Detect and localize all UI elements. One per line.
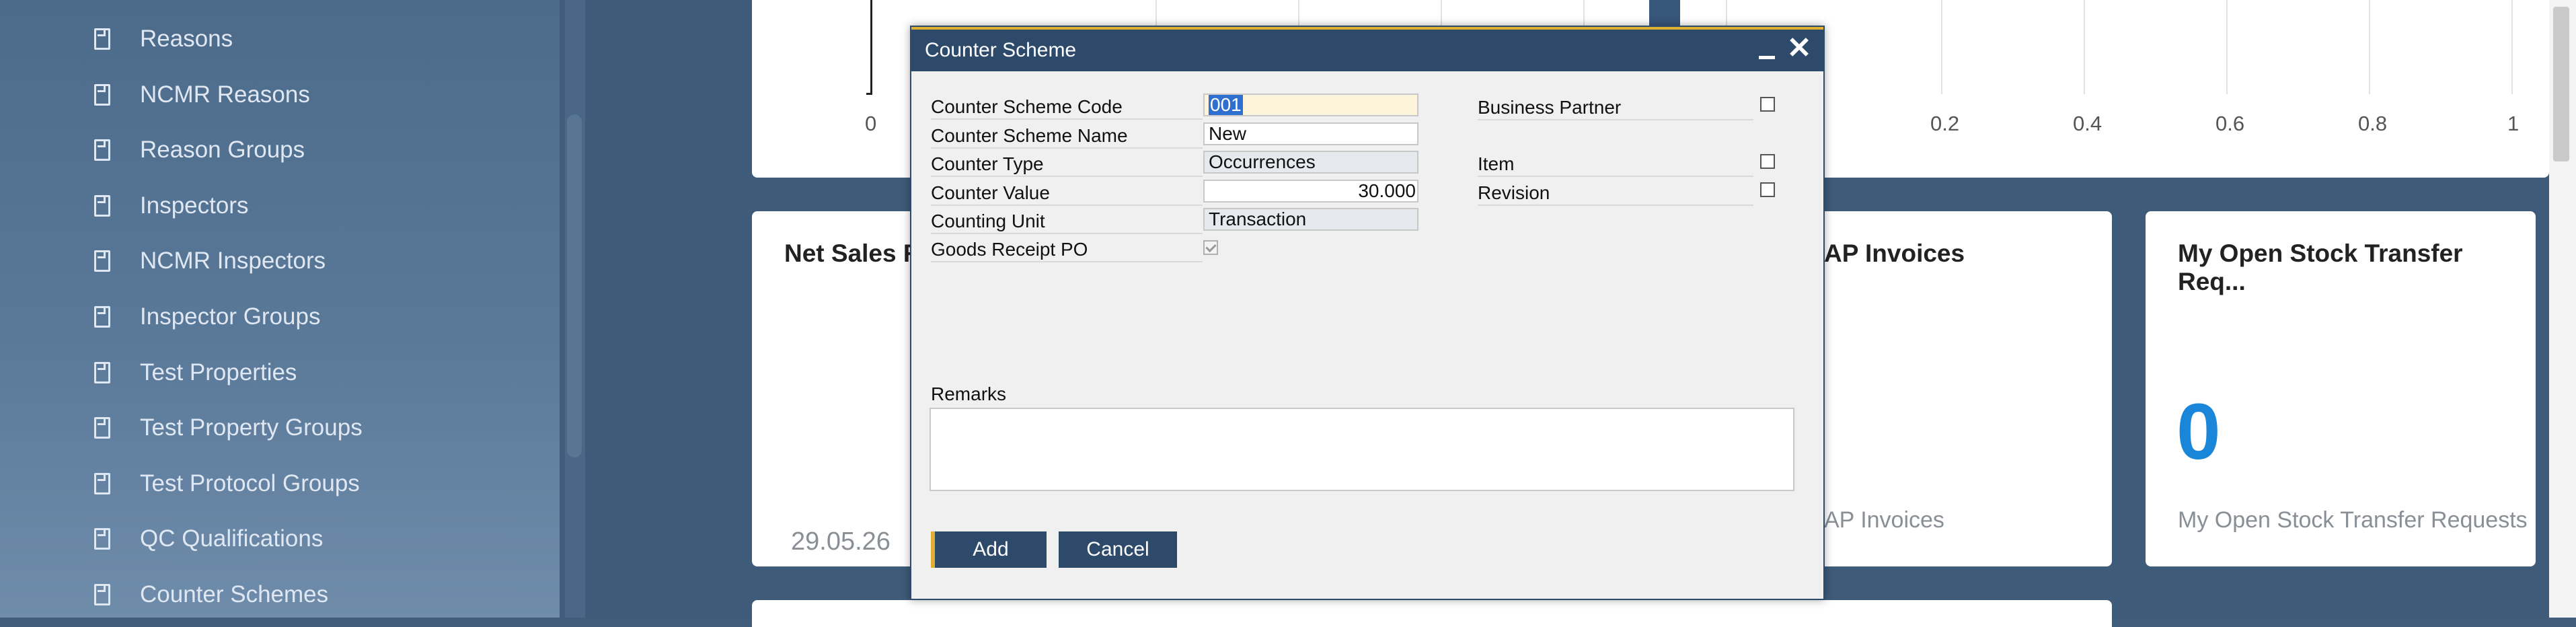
counting-unit-dropdown[interactable]: Transaction xyxy=(1203,208,1418,231)
counter-value-label: Counter Value xyxy=(931,182,1050,203)
counter-scheme-code-label: Counter Scheme Code xyxy=(931,96,1123,117)
dialog-title: Counter Scheme xyxy=(925,39,1077,61)
minimize-icon[interactable] xyxy=(1756,39,1778,62)
card-date: 29.05.26 xyxy=(791,527,891,556)
selected-text: 001 xyxy=(1209,94,1243,115)
business-partner-label: Business Partner xyxy=(1478,97,1622,118)
gridline xyxy=(2084,0,2085,94)
card-title: Net Sales R xyxy=(784,239,921,267)
document-icon xyxy=(94,584,110,605)
bottom-card xyxy=(752,600,2112,627)
sidebar-item-label: QC Qualifications xyxy=(140,525,324,552)
revision-checkbox[interactable] xyxy=(1760,182,1775,197)
gridline xyxy=(2369,0,2370,94)
divider xyxy=(931,233,1203,234)
divider xyxy=(1478,119,1753,120)
kpi-value: 0 xyxy=(2176,388,2221,476)
document-icon xyxy=(94,417,110,439)
sidebar-item-label: NCMR Reasons xyxy=(140,81,310,108)
document-icon xyxy=(94,473,110,494)
chart-tick-label: 0.2 xyxy=(1930,112,1960,135)
goods-receipt-po-label: Goods Receipt PO xyxy=(931,239,1088,260)
sidebar-item-reasons[interactable]: Reasons xyxy=(94,19,233,59)
chart-tick-label: 0 xyxy=(865,112,877,135)
sidebar-item-test-property-groups[interactable]: Test Property Groups xyxy=(94,408,363,448)
document-icon xyxy=(94,28,110,50)
sidebar-item-label: Test Properties xyxy=(140,359,297,385)
divider xyxy=(1478,205,1753,206)
sidebar-item-qc-qualifications[interactable]: QC Qualifications xyxy=(94,519,323,559)
document-icon xyxy=(94,306,110,328)
document-icon xyxy=(94,250,110,272)
gridline xyxy=(2511,0,2513,94)
remarks-textarea[interactable] xyxy=(930,408,1794,491)
document-icon xyxy=(94,195,110,217)
counter-scheme-code-field[interactable]: 001 xyxy=(1203,94,1418,116)
sidebar-item-test-protocol-groups[interactable]: Test Protocol Groups xyxy=(94,464,360,504)
counter-type-dropdown[interactable]: Occurrences xyxy=(1203,151,1418,174)
counter-type-label: Counter Type xyxy=(931,153,1044,174)
chart-tick-label: 0.6 xyxy=(2215,112,2245,135)
card-subtitle: My Open Stock Transfer Requests xyxy=(2178,507,2528,533)
sidebar-scrollbar-thumb[interactable] xyxy=(567,114,582,457)
add-button[interactable]: Add xyxy=(931,531,1047,568)
divider xyxy=(931,176,1203,177)
counting-unit-label: Counting Unit xyxy=(931,211,1045,231)
sidebar-item-label: NCMR Inspectors xyxy=(140,248,326,274)
close-icon[interactable]: ✕ xyxy=(1786,34,1813,63)
document-icon xyxy=(94,84,110,106)
dialog-title-bar[interactable]: Counter Scheme ✕ xyxy=(911,27,1823,71)
chart-y-axis xyxy=(870,0,872,94)
cancel-button[interactable]: Cancel xyxy=(1059,531,1177,568)
document-icon xyxy=(94,362,110,383)
gridline xyxy=(2226,0,2228,94)
goods-receipt-po-checkbox[interactable] xyxy=(1203,240,1218,255)
divider xyxy=(931,261,1203,262)
counter-scheme-name-label: Counter Scheme Name xyxy=(931,125,1128,146)
chart-y-axis-tick xyxy=(866,93,872,95)
divider xyxy=(931,147,1203,149)
sidebar-item-label: Inspectors xyxy=(140,192,249,219)
sidebar-item-label: Test Property Groups xyxy=(140,414,363,441)
navigation-sidebar: Reasons NCMR Reasons Reason Groups Inspe… xyxy=(0,0,560,618)
remarks-label: Remarks xyxy=(931,383,1007,404)
document-icon xyxy=(94,528,110,550)
revision-label: Revision xyxy=(1478,182,1550,203)
divider xyxy=(1478,176,1753,177)
sidebar-item-test-properties[interactable]: Test Properties xyxy=(94,353,297,393)
sidebar-item-label: Counter Schemes xyxy=(140,581,329,607)
sidebar-item-inspectors[interactable]: Inspectors xyxy=(94,186,248,226)
counter-value-field[interactable]: 30.000 xyxy=(1203,180,1418,202)
sidebar-item-counter-schemes[interactable]: Counter Schemes xyxy=(94,575,328,615)
divider xyxy=(931,118,1203,120)
sidebar-item-label: Inspector Groups xyxy=(140,303,321,330)
sidebar-item-inspector-groups[interactable]: Inspector Groups xyxy=(94,297,320,337)
card-title: My Open Stock Transfer Req... xyxy=(2178,239,2463,295)
card-title: AP Invoices xyxy=(1824,239,1965,267)
divider xyxy=(931,205,1203,206)
document-icon xyxy=(94,139,110,161)
item-label: Item xyxy=(1478,153,1515,174)
card-subtitle: AP Invoices xyxy=(1824,507,1944,533)
chart-tick-label: 0.8 xyxy=(2358,112,2388,135)
stock-transfer-card[interactable]: My Open Stock Transfer Req... 0 My Open … xyxy=(2146,211,2536,566)
business-partner-checkbox[interactable] xyxy=(1760,97,1775,112)
sidebar-item-label: Reason Groups xyxy=(140,137,305,163)
page-scrollbar-thumb[interactable] xyxy=(2553,7,2569,161)
counter-scheme-name-field[interactable]: New xyxy=(1203,122,1418,145)
sidebar-item-reason-groups[interactable]: Reason Groups xyxy=(94,130,305,170)
net-sales-card[interactable]: Net Sales R 29.05.26 xyxy=(752,211,927,566)
chart-tick-label: 0.4 xyxy=(2073,112,2103,135)
sidebar-item-label: Test Protocol Groups xyxy=(140,470,360,496)
item-checkbox[interactable] xyxy=(1760,154,1775,169)
gridline xyxy=(1941,0,1942,94)
sidebar-item-label: Reasons xyxy=(140,26,233,52)
counter-scheme-dialog: Counter Scheme ✕ Counter Scheme Code 001… xyxy=(910,26,1825,600)
sidebar-item-ncmr-inspectors[interactable]: NCMR Inspectors xyxy=(94,241,326,281)
sidebar-item-ncmr-reasons[interactable]: NCMR Reasons xyxy=(94,75,310,115)
chart-tick-label: 1 xyxy=(2507,112,2520,135)
